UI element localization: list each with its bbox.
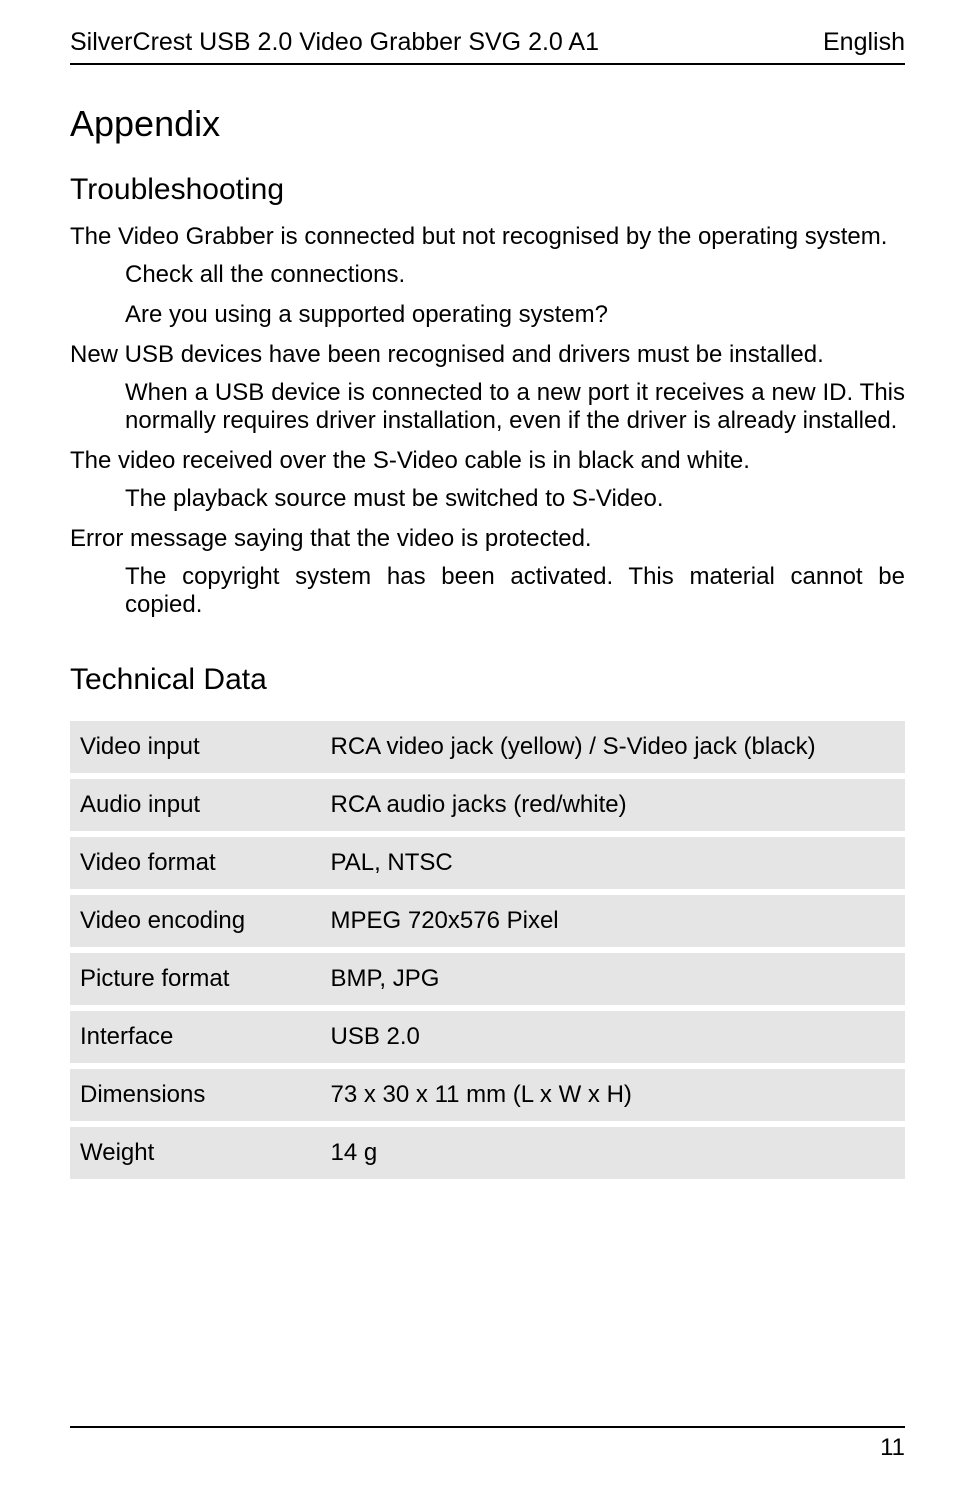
footer-divider bbox=[70, 1426, 905, 1428]
spec-label: Dimensions bbox=[70, 1069, 321, 1121]
spec-label: Interface bbox=[70, 1011, 321, 1063]
heading-technical-data: Technical Data bbox=[70, 663, 905, 697]
table-row: Weight14 g bbox=[70, 1127, 905, 1179]
spec-value: 14 g bbox=[321, 1127, 906, 1179]
troubleshoot-answer: When a USB device is connected to a new … bbox=[125, 379, 905, 435]
troubleshoot-issue: The Video Grabber is connected but not r… bbox=[70, 223, 905, 251]
spec-label: Weight bbox=[70, 1127, 321, 1179]
troubleshoot-issue: Error message saying that the video is p… bbox=[70, 525, 905, 553]
table-row: Audio inputRCA audio jacks (red/white) bbox=[70, 779, 905, 831]
page-footer: 11 bbox=[70, 1426, 905, 1462]
spec-value: BMP, JPG bbox=[321, 953, 906, 1005]
table-row: Dimensions73 x 30 x 11 mm (L x W x H) bbox=[70, 1069, 905, 1121]
spec-value: USB 2.0 bbox=[321, 1011, 906, 1063]
table-row: Picture formatBMP, JPG bbox=[70, 953, 905, 1005]
header-language: English bbox=[823, 28, 905, 57]
spec-value: MPEG 720x576 Pixel bbox=[321, 895, 906, 947]
troubleshoot-issue: The video received over the S-Video cabl… bbox=[70, 447, 905, 475]
spec-value: RCA audio jacks (red/white) bbox=[321, 779, 906, 831]
troubleshoot-issue: New USB devices have been recognised and… bbox=[70, 341, 905, 369]
troubleshoot-answer: The playback source must be switched to … bbox=[125, 485, 905, 513]
spec-label: Picture format bbox=[70, 953, 321, 1005]
header-title: SilverCrest USB 2.0 Video Grabber SVG 2.… bbox=[70, 28, 599, 57]
spec-label: Video encoding bbox=[70, 895, 321, 947]
heading-appendix: Appendix bbox=[70, 103, 905, 145]
table-row: InterfaceUSB 2.0 bbox=[70, 1011, 905, 1063]
page-number: 11 bbox=[880, 1434, 905, 1462]
spec-label: Video input bbox=[70, 721, 321, 773]
troubleshooting-section: The Video Grabber is connected but not r… bbox=[70, 223, 905, 619]
troubleshoot-answer: The copyright system has been activated.… bbox=[125, 563, 905, 619]
spec-label: Audio input bbox=[70, 779, 321, 831]
table-row: Video formatPAL, NTSC bbox=[70, 837, 905, 889]
spec-value: 73 x 30 x 11 mm (L x W x H) bbox=[321, 1069, 906, 1121]
heading-troubleshooting: Troubleshooting bbox=[70, 173, 905, 207]
spec-value: PAL, NTSC bbox=[321, 837, 906, 889]
troubleshoot-answer: Are you using a supported operating syst… bbox=[125, 301, 905, 329]
table-row: Video inputRCA video jack (yellow) / S-V… bbox=[70, 721, 905, 773]
page-header: SilverCrest USB 2.0 Video Grabber SVG 2.… bbox=[70, 28, 905, 65]
technical-data-table: Video inputRCA video jack (yellow) / S-V… bbox=[70, 715, 905, 1185]
troubleshoot-answer: Check all the connections. bbox=[125, 261, 905, 289]
page-content: Appendix Troubleshooting The Video Grabb… bbox=[70, 103, 905, 1426]
spec-label: Video format bbox=[70, 837, 321, 889]
spec-value: RCA video jack (yellow) / S-Video jack (… bbox=[321, 721, 906, 773]
table-row: Video encodingMPEG 720x576 Pixel bbox=[70, 895, 905, 947]
